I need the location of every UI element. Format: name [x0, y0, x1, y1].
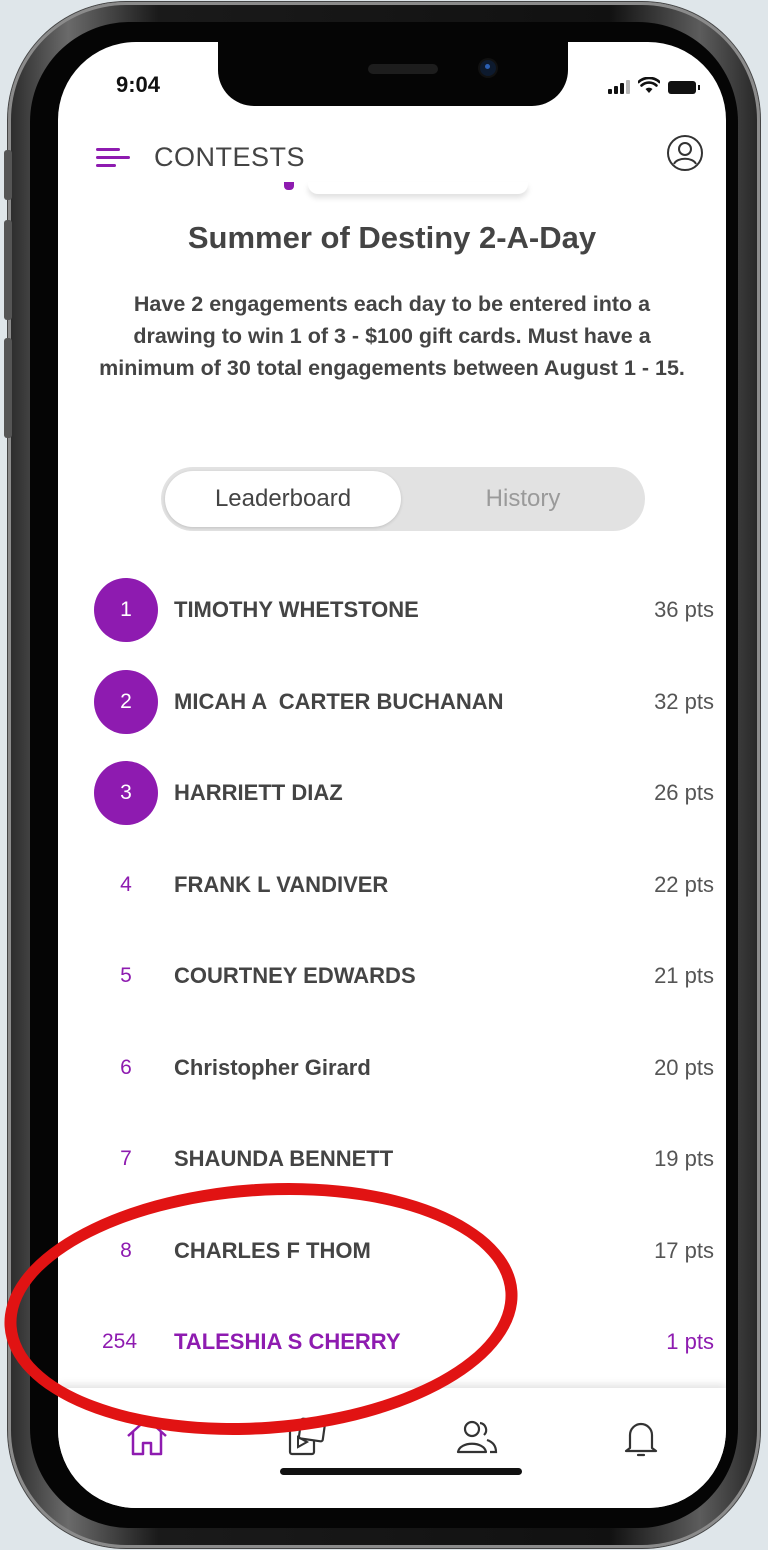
participant-name: MICAH A CARTER BUCHANAN	[174, 688, 504, 714]
menu-icon[interactable]	[96, 140, 132, 170]
rank-number: 7	[120, 1147, 132, 1170]
participant-name: COURTNEY EDWARDS	[174, 963, 416, 988]
scroll-peek-card	[308, 182, 528, 194]
page-title: CONTESTS	[154, 142, 306, 172]
rank-number: 4	[120, 872, 132, 896]
participant-points: 26 pts	[654, 780, 714, 805]
app-header: CONTESTS	[58, 134, 726, 184]
rank-number: 254	[102, 1330, 138, 1353]
side-button	[4, 150, 12, 200]
rank-number: 5	[120, 964, 132, 987]
profile-icon[interactable]	[666, 134, 704, 172]
participant-points: 17 pts	[654, 1237, 714, 1263]
participant-name: SHAUNDA BENNETT	[174, 1146, 394, 1171]
people-icon[interactable]	[454, 1414, 500, 1460]
phone-frame: 9:04 CONTESTS Summer of Destiny 2-A-Day …	[4, 2, 760, 1548]
participant-name: TIMOTHY WHETSTONE	[174, 597, 419, 622]
view-toggle: Leaderboard History	[161, 467, 645, 531]
screen: 9:04 CONTESTS Summer of Destiny 2-A-Day …	[58, 42, 726, 1508]
participant-points: 19 pts	[654, 1146, 714, 1171]
wifi-icon	[638, 77, 660, 93]
bottom-nav	[58, 1388, 726, 1508]
leaderboard-row[interactable]: 7 SHAUNDA BENNETT 19 pts	[58, 1113, 726, 1205]
bell-icon[interactable]	[618, 1414, 664, 1460]
leaderboard-row[interactable]: 4 FRANK L VANDIVER 22 pts	[58, 839, 726, 931]
leaderboard-row[interactable]: 1 TIMOTHY WHETSTONE 36 pts	[58, 564, 726, 656]
participant-name: TALESHIA S CHERRY	[174, 1329, 401, 1354]
status-icons	[608, 74, 700, 94]
leaderboard-row[interactable]: 8 CHARLES F THOM 17 pts	[58, 1205, 726, 1297]
current-user-row[interactable]: 254 TALESHIA S CHERRY 1 pts	[58, 1296, 726, 1388]
leaderboard-list: 1 TIMOTHY WHETSTONE 36 pts 2 MICAH A CAR…	[58, 564, 726, 1388]
contest-title: Summer of Destiny 2-A-Day	[187, 220, 597, 255]
status-time: 9:04	[116, 72, 161, 97]
battery-icon	[668, 81, 700, 94]
participant-name: HARRIETT DIAZ	[174, 780, 343, 805]
signal-icon	[608, 78, 630, 94]
participant-points: 36 pts	[654, 597, 714, 622]
home-indicator	[280, 1468, 522, 1475]
scroll-peek-indicator	[284, 182, 294, 190]
speaker	[368, 64, 438, 74]
contest-description: Have 2 engagements each day to be entere…	[99, 292, 685, 380]
home-icon[interactable]	[124, 1414, 170, 1460]
rank-badge: 2	[94, 669, 158, 734]
rank-number: 8	[120, 1238, 132, 1262]
leaderboard-row[interactable]: 2 MICAH A CARTER BUCHANAN 32 pts	[58, 656, 726, 748]
volume-down-button	[4, 338, 12, 438]
participant-name: FRANK L VANDIVER	[174, 871, 389, 897]
volume-up-button	[4, 220, 12, 320]
leaderboard-row[interactable]: 6 Christopher Girard 20 pts	[58, 1022, 726, 1114]
leaderboard-row[interactable]: 3 HARRIETT DIAZ 26 pts	[58, 747, 726, 839]
media-icon[interactable]	[284, 1414, 330, 1460]
participant-name: Christopher Girard	[174, 1054, 371, 1080]
participant-points: 21 pts	[654, 963, 714, 988]
tab-leaderboard[interactable]: Leaderboard	[165, 471, 401, 527]
participant-points: 20 pts	[654, 1054, 714, 1080]
participant-points: 1 pts	[666, 1329, 714, 1354]
rank-badge: 3	[94, 761, 158, 825]
tab-history[interactable]: History	[405, 471, 641, 527]
camera	[480, 60, 496, 76]
rank-number: 6	[120, 1055, 132, 1079]
participant-name: CHARLES F THOM	[174, 1237, 371, 1263]
participant-points: 32 pts	[654, 688, 714, 714]
leaderboard-row[interactable]: 5 COURTNEY EDWARDS 21 pts	[58, 930, 726, 1022]
participant-points: 22 pts	[654, 871, 714, 897]
notch	[218, 42, 568, 106]
rank-badge: 1	[94, 578, 158, 642]
